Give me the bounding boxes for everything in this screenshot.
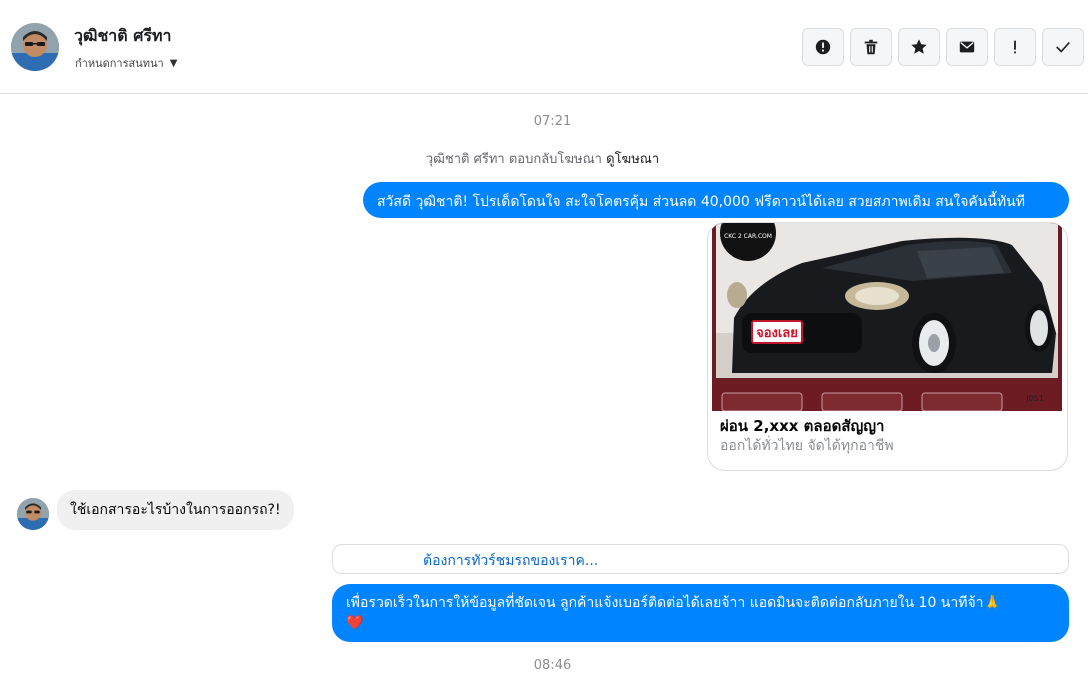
book-now-badge: จองเลย [756,326,798,341]
envelope-icon [959,41,975,53]
ad-reply-text: วุฒิชาติ ศรีทา ตอบกลับโฆษณา [425,152,602,167]
view-ad-link[interactable]: ดูโฆษณา [606,152,659,167]
spam-button[interactable] [802,28,844,66]
checkmark-icon [1056,41,1070,53]
ad-reply-note: วุฒิชาติ ศรีทา ตอบกลับโฆษณา ดูโฆษณา [0,148,1085,169]
trash-icon [864,39,878,55]
schedule-label: กำหนดการสนทนา [75,57,164,70]
priority-button[interactable] [994,28,1036,66]
mark-unread-button[interactable] [946,28,988,66]
dealer-logo: CKC 2 CAR.COM [724,233,772,240]
heart-emoji: ❤️ [346,615,364,631]
exclamation-icon [1014,40,1016,54]
conversation-header: วุฒิชาติ ศรีทา กำหนดการสนทนา ▼ [0,0,1088,94]
outgoing-message: เพื่อรวดเร็วในการให้ข้อมูลที่ชัดเจน ลูกค… [332,584,1069,642]
quick-reply-button[interactable]: ต้องการทัวร์ชมรถของเราค... [332,544,1069,574]
contact-avatar[interactable] [11,23,59,71]
conversation-schedule[interactable]: กำหนดการสนทนา ▼ [75,54,177,72]
star-button[interactable] [898,28,940,66]
ad-card-subtitle: ออกได้ทั่วไทย จัดได้ทุกอาชีพ [720,438,894,454]
outgoing-message-text: เพื่อรวดเร็วในการให้ข้อมูลที่ชัดเจน ลูกค… [346,595,1001,611]
car-image: จองเลย CKC 2 CAR.COM J051 [712,223,1062,412]
car-code: J051 [1025,394,1044,403]
message-timestamp: 07:21 [533,114,572,129]
outgoing-message: สวัสดี วุฒิชาติ! โปรเด็ดโดนใจ สะใจโคตรคุ… [363,182,1069,218]
caret-down-icon: ▼ [169,57,178,69]
message-timestamp: 08:46 [533,658,572,673]
done-button[interactable] [1042,28,1084,66]
star-icon [911,39,927,54]
contact-name[interactable]: วุฒิชาติ ศรีทา [74,24,172,49]
alert-circle-icon [815,39,831,55]
header-actions [802,28,1084,66]
incoming-message: ใช้เอกสารอะไรบ้างในการออกรถ?! [57,490,294,530]
sender-avatar [17,498,49,530]
ad-card[interactable]: จองเลย CKC 2 CAR.COM J051 ผ่อน 2,xxx ตลอ… [707,222,1068,471]
delete-button[interactable] [850,28,892,66]
